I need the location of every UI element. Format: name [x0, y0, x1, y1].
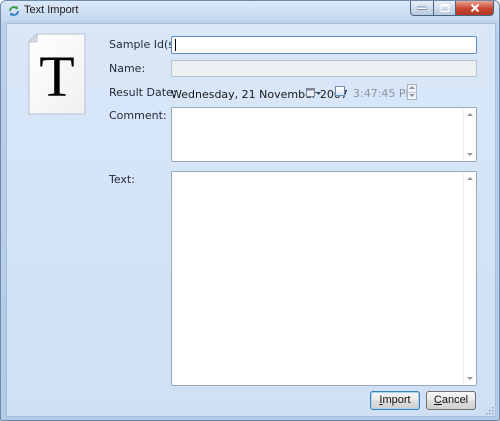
- time-spinner[interactable]: [407, 84, 417, 100]
- comment-scrollbar[interactable]: [463, 108, 476, 161]
- resize-grip-icon[interactable]: [484, 405, 494, 415]
- cancel-button[interactable]: Cancel: [426, 391, 476, 410]
- text-import-window: Text Import T Sample Id(s): Name: Result…: [0, 0, 500, 421]
- spin-up-icon: [409, 86, 415, 89]
- text-scrollbar[interactable]: [463, 172, 476, 385]
- scroll-down-icon[interactable]: [467, 377, 473, 380]
- sample-ids-input[interactable]: [171, 36, 477, 54]
- text-caret: [175, 39, 176, 51]
- document-letter: T: [39, 44, 74, 109]
- title-bar[interactable]: Text Import: [1, 1, 499, 21]
- result-date-label: Result Date:: [109, 86, 177, 99]
- import-label-rest: mport: [382, 394, 411, 406]
- text-label: Text:: [109, 173, 135, 186]
- caption-buttons: [410, 1, 494, 17]
- dialog-client-area: T Sample Id(s): Name: Result Date: Wedne…: [6, 23, 496, 417]
- result-date-picker[interactable]: Wednesday, 21 November 2007: [169, 83, 348, 102]
- minimize-button[interactable]: [410, 1, 434, 16]
- close-button[interactable]: [456, 1, 494, 16]
- name-input[interactable]: [171, 60, 477, 77]
- minimize-icon: [417, 6, 427, 10]
- result-time-value: 3:47:45 PM: [353, 87, 416, 100]
- app-refresh-icon: [9, 5, 19, 17]
- comment-textarea[interactable]: [171, 107, 477, 162]
- comment-label: Comment:: [109, 109, 167, 122]
- text-textarea[interactable]: [171, 171, 477, 386]
- spin-down-icon: [409, 94, 415, 97]
- name-label: Name:: [109, 62, 146, 75]
- scroll-down-icon[interactable]: [467, 153, 473, 156]
- close-icon: [470, 4, 479, 12]
- scroll-up-icon[interactable]: [467, 177, 473, 180]
- import-button[interactable]: Import: [370, 391, 420, 410]
- maximize-button[interactable]: [434, 1, 456, 16]
- scroll-up-icon[interactable]: [467, 113, 473, 116]
- result-time-picker: 3:47:45 PM: [335, 83, 419, 101]
- text-document-icon: T: [27, 32, 86, 115]
- window-title: Text Import: [24, 4, 79, 16]
- calendar-dropdown-icon[interactable]: [306, 87, 322, 99]
- spin-down-button[interactable]: [408, 92, 416, 99]
- maximize-icon: [440, 4, 449, 12]
- cancel-mnemonic: C: [433, 394, 442, 406]
- time-enable-checkbox[interactable]: [335, 86, 345, 96]
- cancel-label-rest: ancel: [441, 394, 469, 406]
